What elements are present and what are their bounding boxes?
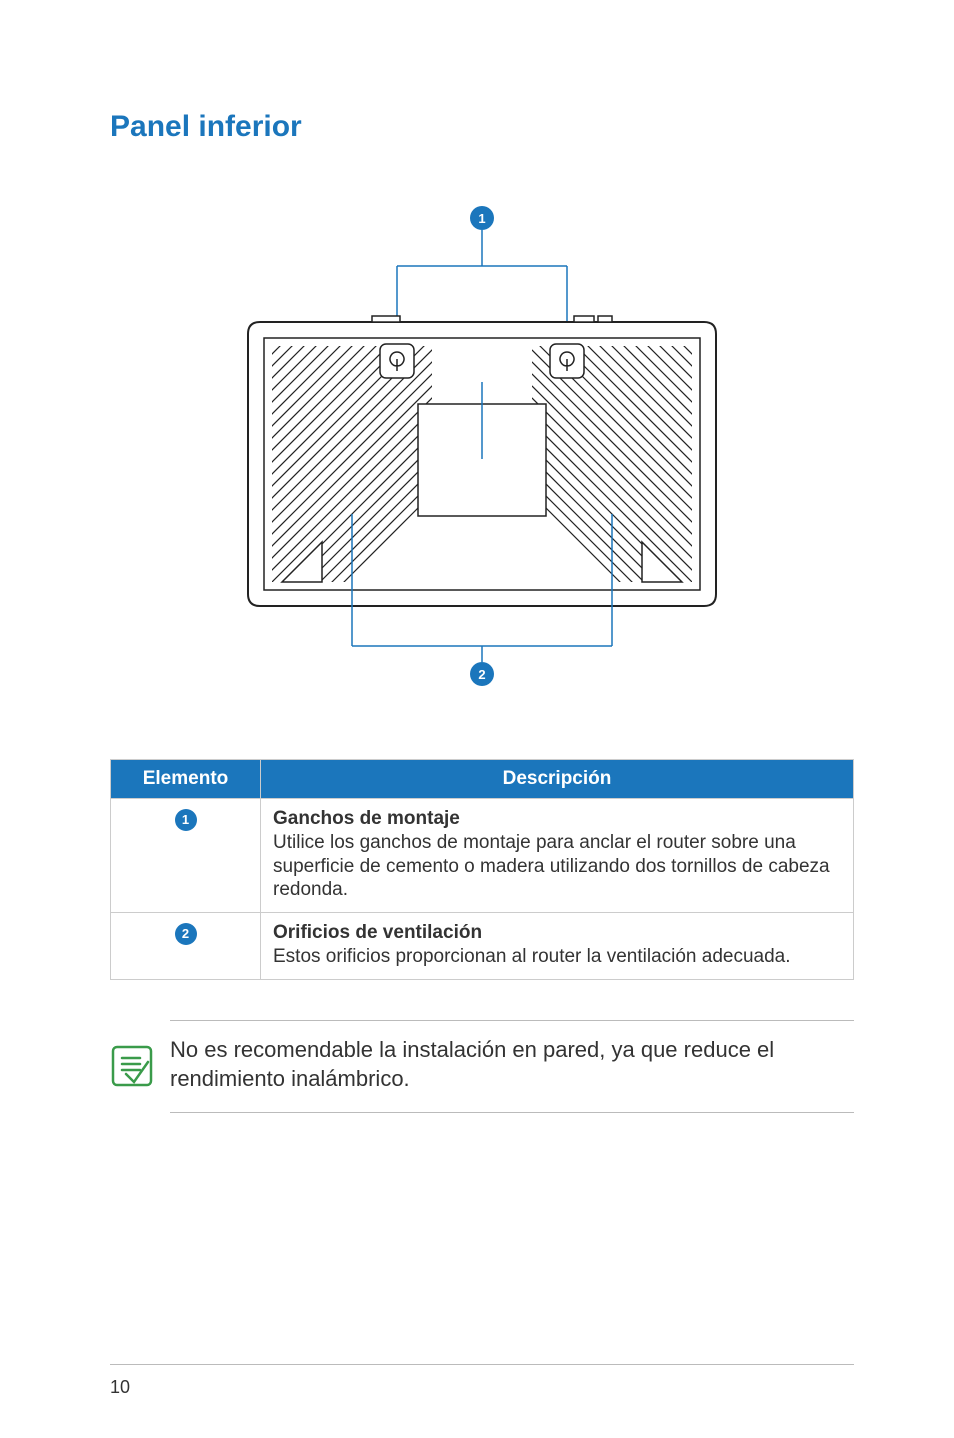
table-row: 1 Ganchos de montaje Utilice los ganchos…: [111, 799, 854, 913]
section-title: Panel inferior: [110, 110, 854, 144]
bottom-panel-diagram: 1: [222, 204, 742, 689]
row-title: Orificios de ventilación: [273, 921, 841, 945]
row-body: Estos orificios proporcionan al router l…: [273, 946, 791, 967]
row-body: Utilice los ganchos de montaje para ancl…: [273, 832, 830, 901]
note-box: No es recomendable la instalación en par…: [110, 1020, 854, 1113]
diagram-container: 1: [110, 204, 854, 689]
mounting-hook-left: [380, 344, 414, 378]
row-badge: 1: [175, 809, 197, 831]
table-row: 2 Orificios de ventilación Estos orifici…: [111, 913, 854, 980]
description-table: Elemento Descripción 1 Ganchos de montaj…: [110, 759, 854, 980]
callout-1-label: 1: [478, 211, 485, 226]
note-text: No es recomendable la instalación en par…: [170, 1020, 854, 1113]
th-description: Descripción: [261, 760, 854, 799]
page-footer: 10: [0, 1364, 954, 1398]
th-element: Elemento: [111, 760, 261, 799]
mounting-hook-right: [550, 344, 584, 378]
note-icon: [110, 1020, 170, 1113]
page-number: 10: [110, 1377, 854, 1398]
row-title: Ganchos de montaje: [273, 807, 841, 831]
row-badge: 2: [175, 923, 197, 945]
callout-2-label: 2: [478, 667, 485, 682]
